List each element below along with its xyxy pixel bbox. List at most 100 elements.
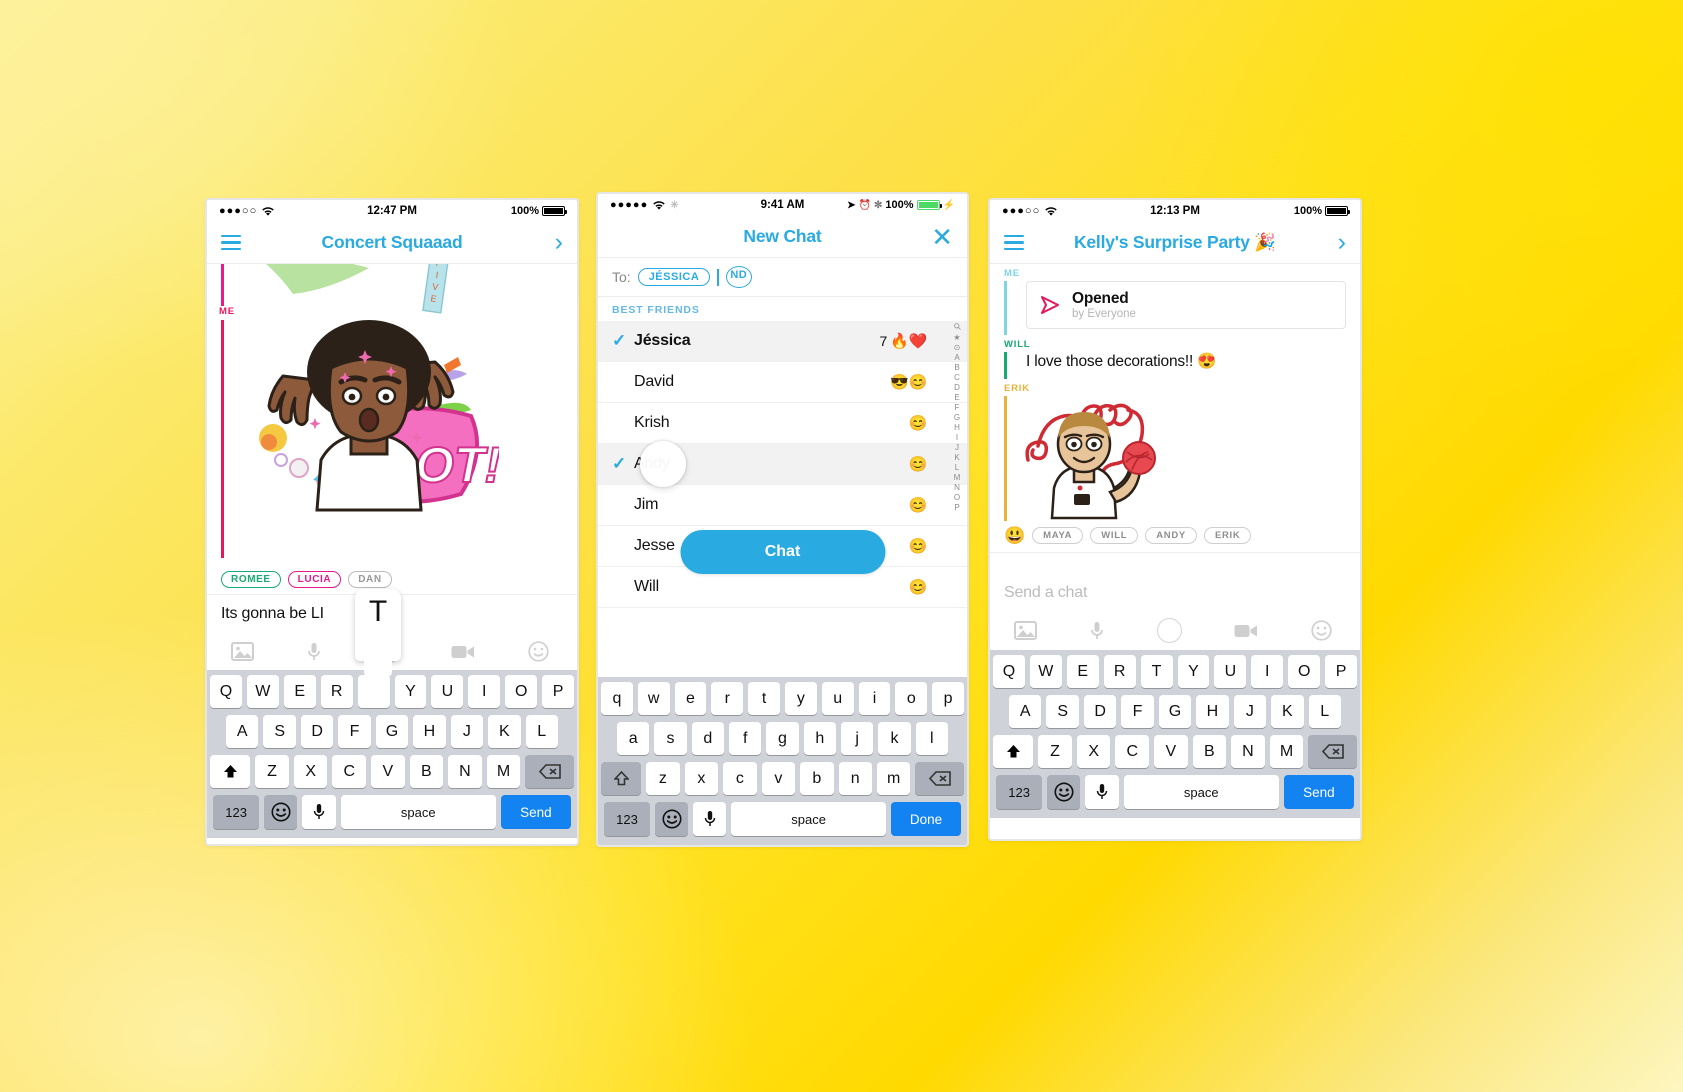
key-c[interactable]: C — [1115, 735, 1150, 768]
friend-row-andy[interactable]: ✓ Andy 😊 — [598, 441, 967, 487]
key-o[interactable]: O — [505, 675, 538, 708]
mic-icon[interactable] — [1090, 621, 1104, 641]
backspace-key[interactable] — [525, 755, 575, 788]
key-k[interactable]: K — [488, 715, 521, 748]
key-w[interactable]: W — [1029, 655, 1062, 688]
camera-circle-icon[interactable] — [1156, 618, 1182, 643]
key-y[interactable]: Y — [1177, 655, 1210, 688]
key-z[interactable]: Z — [255, 755, 289, 788]
mic-icon[interactable] — [307, 642, 321, 662]
alpha-i[interactable]: I — [956, 433, 958, 442]
name-chip-maya[interactable]: MAYA — [1032, 527, 1084, 544]
mic-key[interactable] — [302, 795, 336, 829]
emoji-key[interactable] — [1047, 775, 1081, 809]
space-key[interactable]: space — [731, 802, 886, 836]
key-s[interactable]: S — [1046, 695, 1079, 728]
key-m[interactable]: M — [486, 755, 521, 788]
recipient-chip-nd[interactable]: ND — [725, 266, 752, 288]
key-e[interactable]: e — [674, 682, 707, 715]
key-r[interactable]: R — [320, 675, 353, 708]
key-d[interactable]: D — [300, 715, 334, 748]
key-c[interactable]: C — [332, 755, 367, 788]
alpha-p[interactable]: P — [954, 503, 959, 512]
photo-icon[interactable] — [231, 642, 254, 661]
key-t[interactable] — [357, 675, 390, 708]
key-g[interactable]: g — [766, 722, 799, 755]
key-t[interactable]: T — [1140, 655, 1173, 688]
shift-key[interactable] — [601, 762, 642, 795]
snap-card[interactable]: Opened by Everyone — [1026, 281, 1346, 329]
key-l[interactable]: L — [1308, 695, 1341, 728]
recipient-chip-jessica[interactable]: JÉSSICA — [637, 268, 711, 286]
alpha-m[interactable]: M — [954, 473, 961, 482]
key-o[interactable]: o — [895, 682, 928, 715]
alpha-f[interactable]: F — [955, 403, 960, 412]
name-chip-will[interactable]: WILL — [1090, 527, 1139, 544]
key-j[interactable]: j — [840, 722, 874, 755]
key-w[interactable]: W — [246, 675, 279, 708]
emoji-icon[interactable] — [1311, 620, 1332, 641]
key-d[interactable]: d — [691, 722, 724, 755]
key-u[interactable]: U — [1214, 655, 1247, 688]
mic-key[interactable] — [1085, 775, 1119, 809]
name-chip-romee[interactable]: ROMEE — [221, 571, 281, 588]
key-k[interactable]: K — [1271, 695, 1304, 728]
reaction-emoji[interactable]: 😃 — [1004, 527, 1025, 544]
emoji-key[interactable] — [655, 802, 689, 836]
numbers-key[interactable]: 123 — [604, 802, 651, 836]
key-z[interactable]: Z — [1038, 735, 1072, 768]
key-m[interactable]: M — [1269, 735, 1304, 768]
key-l[interactable]: L — [525, 715, 558, 748]
alpha-k[interactable]: K — [954, 453, 959, 462]
chat-button[interactable]: Chat — [680, 530, 885, 574]
key-z[interactable]: z — [646, 762, 680, 795]
done-button[interactable]: Done — [891, 802, 961, 836]
key-u[interactable]: u — [821, 682, 854, 715]
key-b[interactable]: B — [409, 755, 444, 788]
key-q[interactable]: Q — [992, 655, 1025, 688]
backspace-key[interactable] — [1308, 735, 1358, 768]
key-q[interactable]: Q — [209, 675, 242, 708]
key-t[interactable]: t — [748, 682, 780, 715]
space-key[interactable]: space — [1123, 775, 1279, 809]
key-i[interactable]: I — [468, 675, 501, 708]
alpha-h[interactable]: H — [954, 423, 960, 432]
chat-input[interactable]: Send a chat — [1004, 584, 1346, 602]
key-w[interactable]: w — [637, 682, 670, 715]
key-b[interactable]: b — [800, 762, 834, 795]
key-n[interactable]: N — [1231, 735, 1265, 768]
key-p[interactable]: P — [1325, 655, 1358, 688]
key-r[interactable]: r — [711, 682, 744, 715]
friend-row-krish[interactable]: Krish 😊 — [598, 403, 967, 444]
alpha-recent-icon[interactable]: ⊙ — [954, 343, 961, 352]
alpha-d[interactable]: D — [954, 383, 960, 392]
chevron-right-icon[interactable]: › — [1338, 230, 1346, 255]
name-chip-lucia[interactable]: LUCIA — [287, 571, 342, 588]
key-a[interactable]: a — [617, 722, 650, 755]
key-a[interactable]: A — [226, 715, 259, 748]
key-e[interactable]: E — [1066, 655, 1099, 688]
shift-key[interactable] — [209, 755, 251, 788]
space-key[interactable]: space — [340, 795, 496, 829]
key-i[interactable]: I — [1251, 655, 1284, 688]
video-icon[interactable] — [1234, 623, 1258, 639]
key-f[interactable]: F — [338, 715, 371, 748]
alphabet-scrubber[interactable]: ★ ⊙ A B C D E F G H I J K L M N O P — [950, 321, 964, 608]
send-button[interactable]: Send — [1283, 775, 1354, 809]
mic-key[interactable] — [693, 802, 727, 836]
key-b[interactable]: B — [1192, 735, 1227, 768]
key-r[interactable]: R — [1103, 655, 1136, 688]
key-f[interactable]: F — [1121, 695, 1154, 728]
send-button[interactable]: Send — [500, 795, 571, 829]
alpha-star-icon[interactable]: ★ — [953, 333, 960, 342]
alpha-n[interactable]: N — [954, 483, 960, 492]
alpha-l[interactable]: L — [955, 463, 959, 472]
key-x[interactable]: x — [684, 762, 719, 795]
key-m[interactable]: m — [876, 762, 911, 795]
key-v[interactable]: v — [761, 762, 796, 795]
hamburger-icon[interactable] — [221, 234, 241, 251]
key-j[interactable]: J — [1233, 695, 1267, 728]
alpha-g[interactable]: G — [954, 413, 960, 422]
key-g[interactable]: G — [375, 715, 409, 748]
video-icon[interactable] — [451, 644, 475, 660]
